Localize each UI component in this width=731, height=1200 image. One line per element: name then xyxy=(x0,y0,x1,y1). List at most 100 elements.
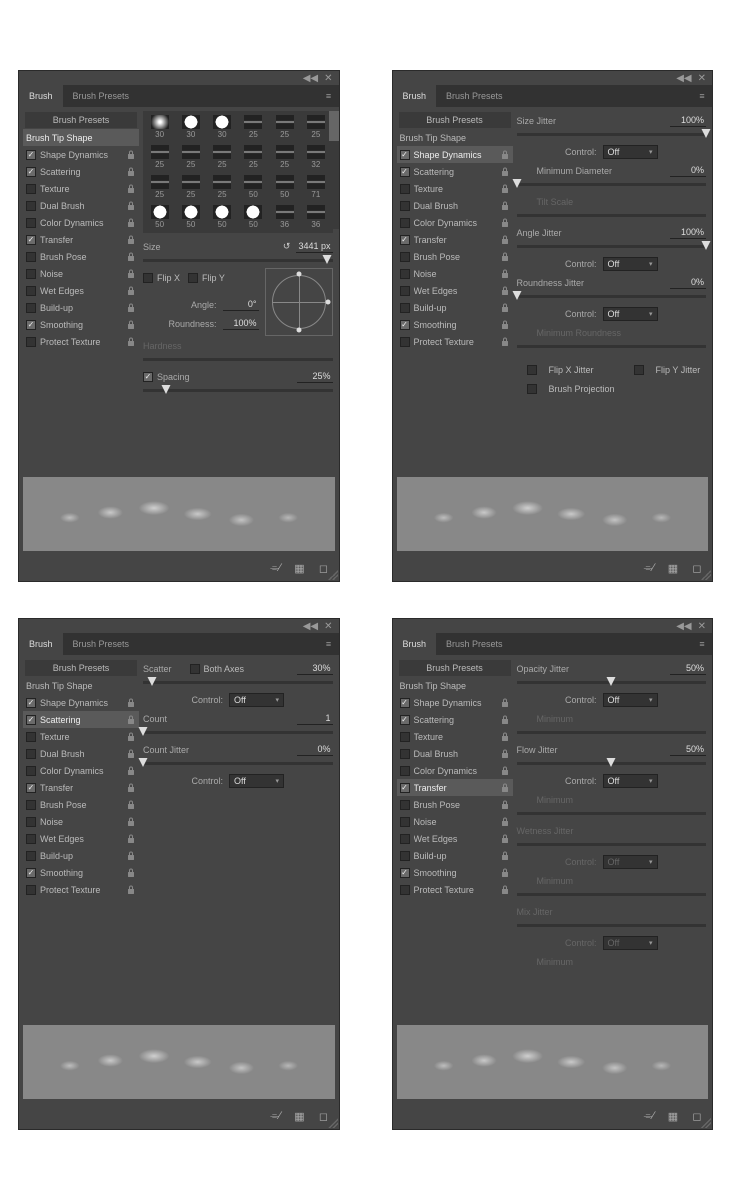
brush-tip-cell[interactable]: 50 xyxy=(208,203,237,231)
roundness-jitter-slider[interactable] xyxy=(517,295,707,298)
sidebar-checkbox[interactable] xyxy=(26,286,36,296)
brush-tip-cell[interactable]: 25 xyxy=(145,143,174,171)
brush-presets-button[interactable]: Brush Presets xyxy=(399,112,511,128)
sidebar-item-build-up[interactable]: Build-up xyxy=(23,847,139,864)
tab-brush[interactable]: Brush xyxy=(393,633,437,655)
sidebar-item-smoothing[interactable]: ✓Smoothing xyxy=(23,316,139,333)
sidebar-checkbox[interactable] xyxy=(400,885,410,895)
sidebar-item-dual-brush[interactable]: Dual Brush xyxy=(397,745,513,762)
brush-tip-cell[interactable]: 25 xyxy=(176,143,205,171)
brush-tip-cell[interactable]: 30 xyxy=(176,113,205,141)
sidebar-checkbox[interactable]: ✓ xyxy=(400,167,410,177)
lock-icon[interactable] xyxy=(126,816,136,828)
sidebar-item-wet-edges[interactable]: Wet Edges xyxy=(23,830,139,847)
lock-icon[interactable] xyxy=(500,731,510,743)
sidebar-item-protect-texture[interactable]: Protect Texture xyxy=(23,333,139,350)
tab-brush-presets[interactable]: Brush Presets xyxy=(63,85,140,107)
sidebar-checkbox[interactable]: ✓ xyxy=(26,868,36,878)
sidebar-item-wet-edges[interactable]: Wet Edges xyxy=(397,830,513,847)
lock-icon[interactable] xyxy=(126,850,136,862)
sidebar-checkbox[interactable] xyxy=(400,269,410,279)
sidebar-item-color-dynamics[interactable]: Color Dynamics xyxy=(23,762,139,779)
lock-icon[interactable] xyxy=(126,302,136,314)
brush-tip-grid[interactable]: 3030302525252525252525322525255050715050… xyxy=(143,111,333,233)
brush-tip-cell[interactable]: 50 xyxy=(239,173,268,201)
brush-tip-cell[interactable]: 36 xyxy=(301,203,330,231)
count-jitter-control-dropdown[interactable]: Off▾ xyxy=(229,774,284,788)
spacing-value[interactable]: 25% xyxy=(297,370,333,383)
scatter-control-dropdown[interactable]: Off▾ xyxy=(229,693,284,707)
sidebar-checkbox[interactable] xyxy=(26,885,36,895)
sidebar-checkbox[interactable] xyxy=(26,800,36,810)
sidebar-checkbox[interactable] xyxy=(26,252,36,262)
sidebar-item-protect-texture[interactable]: Protect Texture xyxy=(23,881,139,898)
sidebar-item-shape-dynamics[interactable]: ✓Shape Dynamics xyxy=(23,694,139,711)
sidebar-item-wet-edges[interactable]: Wet Edges xyxy=(397,282,513,299)
sidebar-item-transfer[interactable]: ✓Transfer xyxy=(397,231,513,248)
sidebar-checkbox[interactable]: ✓ xyxy=(26,715,36,725)
resize-handle[interactable] xyxy=(328,570,338,580)
lock-icon[interactable] xyxy=(500,166,510,178)
close-icon[interactable]: ✕ xyxy=(324,73,332,84)
brush-tip-cell[interactable]: 25 xyxy=(270,113,299,141)
sidebar-checkbox[interactable] xyxy=(26,303,36,313)
flyout-menu-icon[interactable]: ≡ xyxy=(692,633,712,655)
lock-icon[interactable] xyxy=(126,833,136,845)
sidebar-checkbox[interactable] xyxy=(400,817,410,827)
roundness-value[interactable]: 100% xyxy=(223,317,259,330)
brush-tip-cell[interactable]: 25 xyxy=(270,143,299,171)
lock-icon[interactable] xyxy=(500,183,510,195)
lock-icon[interactable] xyxy=(500,884,510,896)
sidebar-item-transfer[interactable]: ✓Transfer xyxy=(23,231,139,248)
brush-tip-cell[interactable]: 50 xyxy=(270,173,299,201)
sidebar-item-brush-pose[interactable]: Brush Pose xyxy=(23,796,139,813)
spacing-checkbox[interactable]: ✓ xyxy=(143,372,153,382)
sidebar-item-texture[interactable]: Texture xyxy=(397,180,513,197)
sidebar-checkbox[interactable]: ✓ xyxy=(400,868,410,878)
resize-handle[interactable] xyxy=(328,1118,338,1128)
sidebar-checkbox[interactable]: ✓ xyxy=(400,235,410,245)
sidebar-item-transfer[interactable]: ✓Transfer xyxy=(23,779,139,796)
tab-brush-presets[interactable]: Brush Presets xyxy=(436,85,513,107)
sidebar-item-smoothing[interactable]: ✓Smoothing xyxy=(397,316,513,333)
sidebar-checkbox[interactable] xyxy=(400,766,410,776)
sidebar-item-smoothing[interactable]: ✓Smoothing xyxy=(23,864,139,881)
opacity-jitter-value[interactable]: 50% xyxy=(670,662,706,675)
sidebar-checkbox[interactable] xyxy=(26,766,36,776)
brush-presets-button[interactable]: Brush Presets xyxy=(399,660,511,676)
roundness-jitter-control-dropdown[interactable]: Off▾ xyxy=(603,307,658,321)
sidebar-checkbox[interactable] xyxy=(400,851,410,861)
grid-scrollbar[interactable] xyxy=(329,111,339,229)
lock-icon[interactable] xyxy=(500,782,510,794)
collapse-icon[interactable]: ◀◀ xyxy=(676,621,691,632)
sidebar-item-noise[interactable]: Noise xyxy=(23,813,139,830)
lock-icon[interactable] xyxy=(500,765,510,777)
brush-tip-cell[interactable]: 50 xyxy=(176,203,205,231)
angle-widget[interactable] xyxy=(265,268,333,336)
close-icon[interactable]: ✕ xyxy=(698,73,706,84)
sidebar-item-protect-texture[interactable]: Protect Texture xyxy=(397,881,513,898)
sidebar-item-dual-brush[interactable]: Dual Brush xyxy=(397,197,513,214)
lock-icon[interactable] xyxy=(500,867,510,879)
sidebar-item-noise[interactable]: Noise xyxy=(397,813,513,830)
sidebar-checkbox[interactable] xyxy=(26,218,36,228)
size-value[interactable]: 3441 px xyxy=(296,240,332,253)
sidebar-item-noise[interactable]: Noise xyxy=(23,265,139,282)
size-jitter-control-dropdown[interactable]: Off▾ xyxy=(603,145,658,159)
sidebar-checkbox[interactable] xyxy=(400,201,410,211)
sidebar-checkbox[interactable] xyxy=(26,269,36,279)
collapse-icon[interactable]: ◀◀ xyxy=(676,73,691,84)
sidebar-checkbox[interactable]: ✓ xyxy=(26,235,36,245)
count-jitter-slider[interactable] xyxy=(143,762,333,765)
lock-icon[interactable] xyxy=(500,268,510,280)
sidebar-brush-tip-shape[interactable]: Brush Tip Shape xyxy=(23,129,139,146)
roundness-jitter-value[interactable]: 0% xyxy=(670,276,706,289)
sidebar-item-dual-brush[interactable]: Dual Brush xyxy=(23,745,139,762)
lock-icon[interactable] xyxy=(126,251,136,263)
sidebar-item-scattering[interactable]: ✓Scattering xyxy=(397,711,513,728)
lock-icon[interactable] xyxy=(126,336,136,348)
sidebar-checkbox[interactable] xyxy=(400,286,410,296)
sidebar-checkbox[interactable]: ✓ xyxy=(400,715,410,725)
lock-icon[interactable] xyxy=(500,833,510,845)
spacing-slider[interactable] xyxy=(143,389,333,392)
